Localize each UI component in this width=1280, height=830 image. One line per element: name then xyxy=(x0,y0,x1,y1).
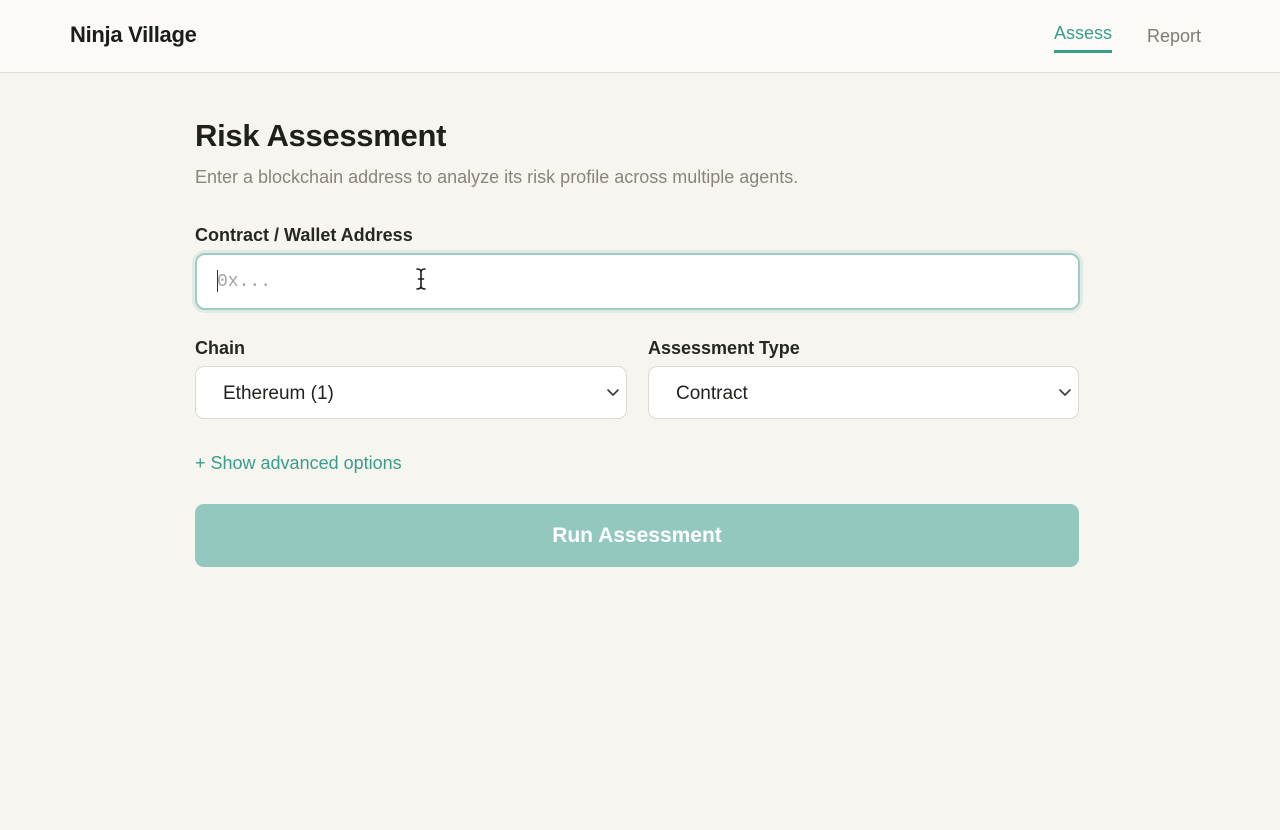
ibeam-cursor-icon xyxy=(416,268,426,290)
chain-select-value: Ethereum (1) xyxy=(223,383,334,404)
address-input[interactable] xyxy=(195,253,1080,310)
address-label: Contract / Wallet Address xyxy=(195,225,413,245)
assessment-type-select[interactable]: Contract xyxy=(648,366,1079,419)
show-advanced-options-link[interactable]: + Show advanced options xyxy=(195,453,402,474)
page-subtitle: Enter a blockchain address to analyze it… xyxy=(195,167,799,187)
chevron-down-icon xyxy=(1059,389,1071,396)
assessment-type-label: Assessment Type xyxy=(648,338,800,358)
page-title: Risk Assessment xyxy=(195,118,447,153)
nav-tab-report[interactable]: Report xyxy=(1147,26,1201,47)
top-navbar: Ninja Village Assess Report xyxy=(0,0,1280,73)
nav-tab-assess[interactable]: Assess xyxy=(1054,23,1113,53)
run-assessment-button[interactable]: Run Assessment xyxy=(195,504,1079,567)
chain-label: Chain xyxy=(195,338,246,358)
chevron-down-icon xyxy=(607,389,619,396)
text-caret xyxy=(217,270,218,292)
assessment-type-select-value: Contract xyxy=(676,383,748,404)
chain-select[interactable]: Ethereum (1) xyxy=(195,366,627,419)
brand-logo-text[interactable]: Ninja Village xyxy=(70,22,197,48)
